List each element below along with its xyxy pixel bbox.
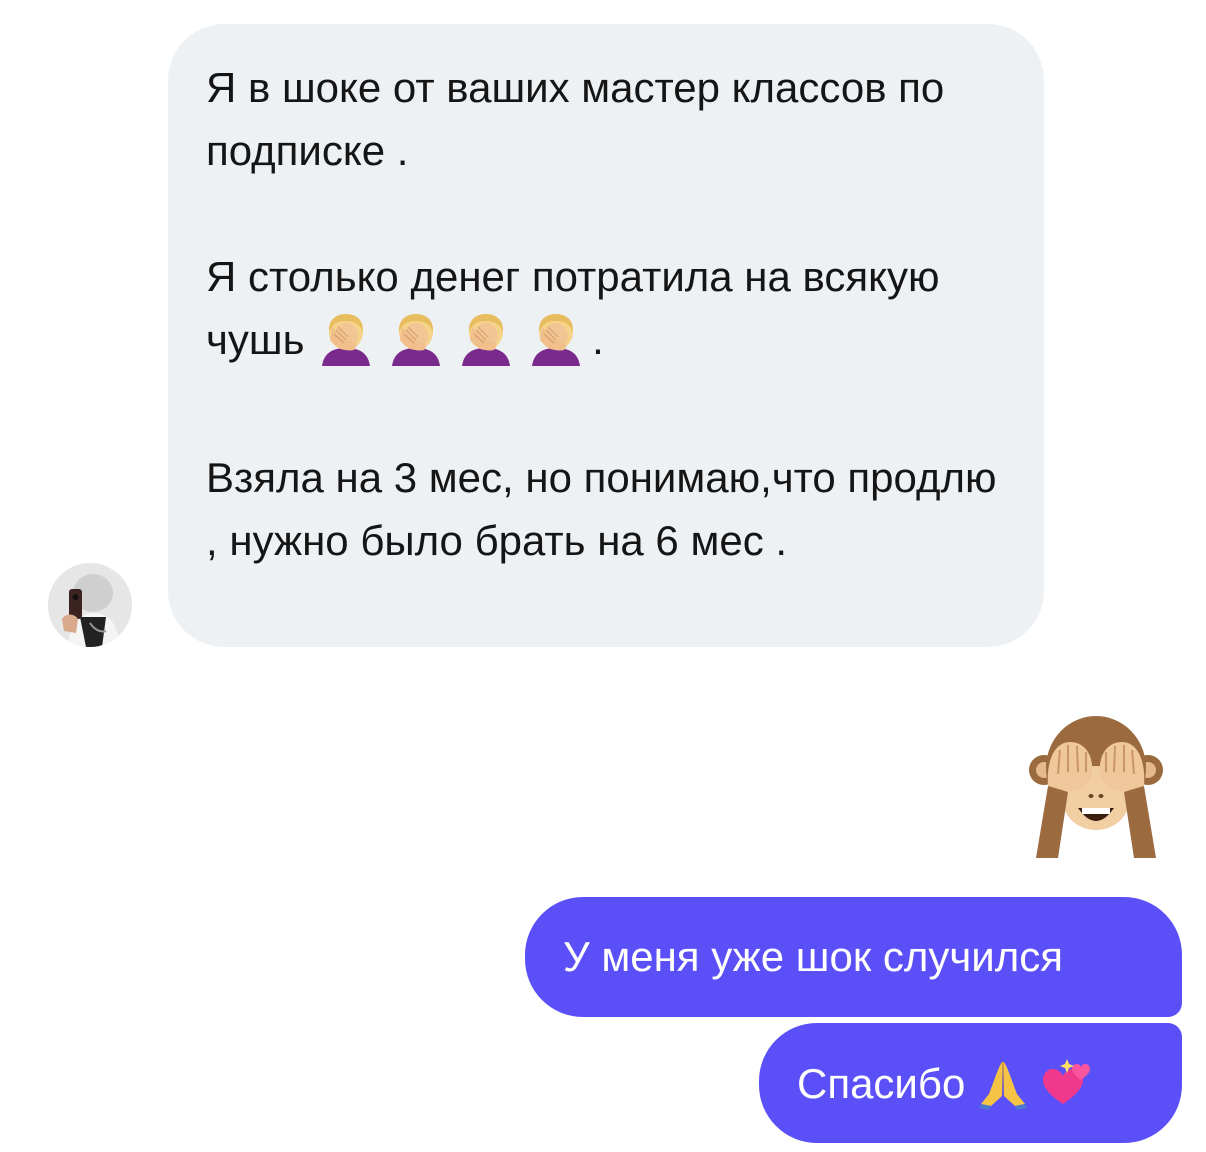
- see-no-evil-monkey-icon[interactable]: [1028, 708, 1164, 858]
- folded-hands-icon: [977, 1058, 1029, 1121]
- avatar-photo: [48, 563, 132, 647]
- woman-facepalming-icon: [386, 312, 446, 383]
- message-paragraph: Взяла на 3 мес, но понимаю,что продлю , …: [206, 454, 997, 564]
- message-text: Спасибо: [797, 1060, 966, 1107]
- woman-facepalming-icon: [456, 312, 516, 383]
- incoming-message-bubble[interactable]: Я в шоке от ваших мастер классов по подп…: [168, 24, 1044, 647]
- woman-facepalming-icon: [316, 312, 376, 383]
- two-hearts-icon: [1041, 1058, 1093, 1121]
- chat-thread: Я в шоке от ваших мастер классов по подп…: [0, 0, 1206, 1152]
- message-text: У меня уже шок случился: [563, 933, 1063, 980]
- avatar[interactable]: [48, 563, 132, 647]
- outgoing-message-bubble[interactable]: У меня уже шок случился: [525, 897, 1182, 1017]
- message-paragraph: Я столько денег потратила на всякую чушь…: [206, 245, 1008, 383]
- woman-facepalming-icon: [526, 312, 586, 383]
- facepalm-emoji-group: [316, 314, 592, 366]
- message-text: .: [592, 316, 604, 363]
- outgoing-message-bubble[interactable]: Спасибо: [759, 1023, 1182, 1143]
- message-paragraph: Я в шоке от ваших мастер классов по подп…: [206, 64, 945, 174]
